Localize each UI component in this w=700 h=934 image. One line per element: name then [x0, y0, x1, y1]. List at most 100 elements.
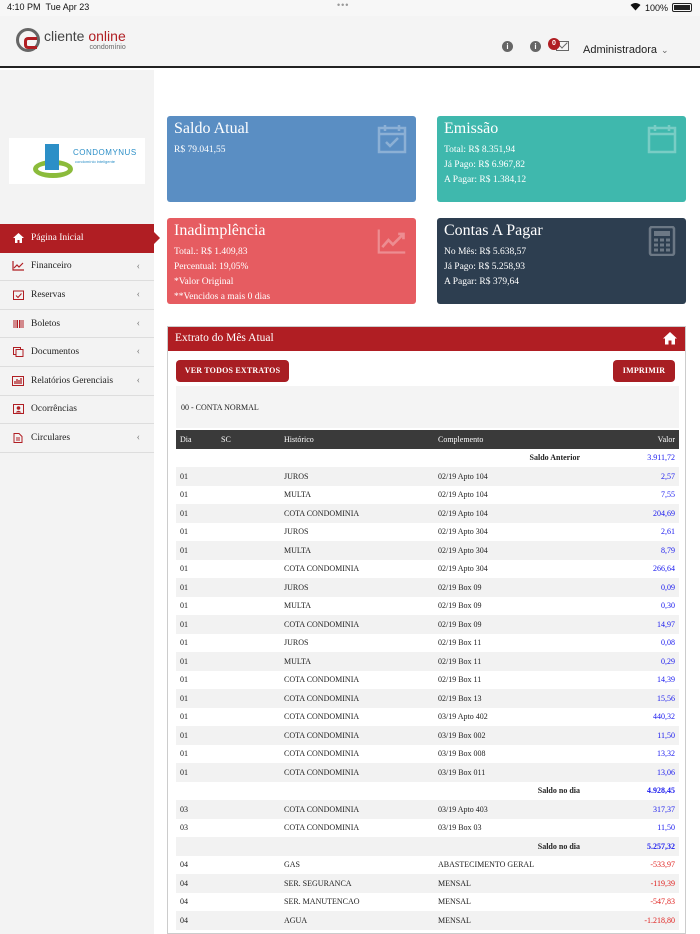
cell-historico: COTA CONDOMINIA: [280, 726, 434, 745]
cell-valor: 0,29: [584, 652, 679, 671]
cell-sc: [217, 652, 280, 671]
cell-valor: 7,55: [661, 490, 675, 500]
cell-historico: MULTA: [284, 601, 312, 611]
table-row: 04 AGUA MENSAL -1.218,80: [176, 911, 679, 930]
table-row: 01 COTA CONDOMINIA 02/19 Box 13 15,56: [176, 689, 679, 708]
cell-complemento: 03/19 Apto 403: [434, 800, 584, 819]
table-row: 01 COTA CONDOMINIA 02/19 Apto 304 266,64: [176, 560, 679, 579]
statement-table: Dia SC Histórico Complemento Valor Saldo…: [176, 430, 679, 930]
cell-valor: 15,56: [584, 689, 679, 708]
table-row: 01 JUROS 02/19 Apto 104 2,57: [176, 467, 679, 486]
cell-historico: COTA CONDOMINIA: [284, 712, 360, 722]
status-time: 4:10 PM Tue Apr 23: [7, 2, 90, 12]
cell-sc: [217, 819, 280, 838]
cell-historico: JUROS: [280, 578, 434, 597]
cell-complemento: ABASTECIMENTO GERAL: [438, 860, 535, 870]
sidebar-item-ocorrencias[interactable]: Ocorrências: [0, 396, 154, 425]
sidebar-item-pagina-inicial[interactable]: Página Inicial: [0, 224, 160, 253]
card-saldo-atual[interactable]: Saldo Atual R$ 79.041,55: [167, 116, 416, 202]
sidebar-menu: Página Inicial Financeiro ‹ Reservas ‹ B…: [0, 224, 160, 453]
cell-complemento: 02/19 Apto 304: [438, 564, 488, 574]
table-row: 01 MULTA 02/19 Box 09 0,30: [176, 597, 679, 616]
cell-historico: COTA CONDOMINIA: [280, 504, 434, 523]
info-icon[interactable]: i: [502, 41, 513, 52]
extrato-panel: Extrato do Mês Atual VER TODOS EXTRATOS …: [167, 326, 686, 934]
cell-valor: 204,69: [584, 504, 679, 523]
balance-row: Saldo no dia 4.928,45: [176, 782, 679, 801]
table-row: 01 COTA CONDOMINIA 03/19 Box 008 13,32: [176, 745, 679, 764]
table-row: 01 MULTA 02/19 Box 11 0,29: [176, 652, 679, 671]
cell-valor: -119,39: [584, 874, 679, 893]
cell-complemento: 02/19 Apto 304: [434, 541, 584, 560]
sidebar-item-documentos[interactable]: Documentos ‹: [0, 338, 154, 367]
table-row: 01 COTA CONDOMINIA 03/19 Box 011 13,06: [176, 763, 679, 782]
col-complemento: Complemento: [434, 430, 584, 449]
cell-dia: 04: [176, 874, 217, 893]
cell-valor: -547,83: [650, 897, 675, 907]
cell-dia: 01: [180, 675, 188, 685]
table-row: 01 JUROS 02/19 Box 09 0,09: [176, 578, 679, 597]
cell-sc: [217, 763, 280, 782]
chevron-left-icon: ‹: [136, 260, 140, 272]
cell-complemento: 03/19 Box 002: [434, 726, 584, 745]
cell-complemento: 02/19 Box 13: [434, 689, 584, 708]
cell-complemento: MENSAL: [434, 874, 584, 893]
home-icon[interactable]: [663, 331, 677, 345]
condomynus-logo: CONDOMYNUS condomínio inteligente: [9, 138, 145, 184]
cell-valor: 0,08: [661, 638, 675, 648]
cell-complemento: 02/19 Apto 104: [438, 490, 488, 500]
main-content: Saldo Atual R$ 79.041,55 Emissão Total: …: [154, 70, 700, 934]
cell-historico: MULTA: [280, 541, 434, 560]
cell-complemento: 02/19 Box 09: [434, 578, 584, 597]
cell-complemento: 03/19 Box 03: [438, 823, 482, 833]
card-emissao[interactable]: Emissão Total: R$ 8.351,94 Já Pago: R$ 6…: [437, 116, 686, 202]
cell-dia: 01: [176, 504, 217, 523]
card-inadimplencia[interactable]: Inadimplência Total.: R$ 1.409,83 Percen…: [167, 218, 416, 304]
cell-sc: [217, 856, 280, 875]
view-all-statements-button[interactable]: VER TODOS EXTRATOS: [176, 360, 289, 382]
cell-complemento: 02/19 Box 09: [434, 615, 584, 634]
cliente-online-logo[interactable]: cliente online condomínio: [16, 28, 126, 52]
chevron-left-icon: ‹: [136, 374, 140, 386]
table-row: 04 SER. SEGURANCA MENSAL -119,39: [176, 874, 679, 893]
table-row: 01 JUROS 02/19 Apto 304 2,61: [176, 523, 679, 542]
cell-dia: 01: [180, 712, 188, 722]
cell-sc: [217, 504, 280, 523]
user-menu[interactable]: Administradora ⌄: [583, 44, 669, 56]
table-row: 01 COTA CONDOMINIA 03/19 Apto 402 440,32: [176, 708, 679, 727]
sidebar-item-financeiro[interactable]: Financeiro ‹: [0, 253, 154, 282]
cell-valor: 266,64: [653, 564, 675, 574]
cell-dia: 04: [176, 911, 217, 930]
sidebar-item-relatorios[interactable]: Relatórios Gerenciais ‹: [0, 367, 154, 396]
info-icon-2[interactable]: i: [530, 41, 541, 52]
account-label: 00 - CONTA NORMAL: [176, 386, 679, 428]
cell-sc: [217, 893, 280, 912]
cell-sc: [217, 726, 280, 745]
cell-valor: 11,50: [657, 823, 675, 833]
cell-sc: [217, 486, 280, 505]
home-icon: [12, 233, 24, 244]
cell-dia: 01: [176, 541, 217, 560]
cell-dia: 01: [176, 726, 217, 745]
table-row: 03 COTA CONDOMINIA 03/19 Apto 403 317,37: [176, 800, 679, 819]
barcode-icon: [12, 319, 24, 329]
cell-dia: 01: [180, 490, 188, 500]
calendar-icon: [647, 125, 677, 154]
line-chart-icon: [377, 229, 406, 254]
sidebar-item-boletos[interactable]: Boletos ‹: [0, 310, 154, 339]
cell-dia: 03: [180, 823, 188, 833]
table-row: 01 COTA CONDOMINIA 02/19 Box 11 14,39: [176, 671, 679, 690]
chevron-down-icon: ⌄: [660, 45, 669, 55]
sidebar-item-circulares[interactable]: Circulares ‹: [0, 424, 154, 453]
print-button[interactable]: IMPRIMIR: [613, 360, 675, 382]
cell-dia: 01: [176, 615, 217, 634]
documents-icon: [12, 347, 24, 358]
sidebar-item-reservas[interactable]: Reservas ‹: [0, 281, 154, 310]
cell-dia: 01: [176, 689, 217, 708]
cell-complemento: 02/19 Box 11: [438, 675, 482, 685]
cell-complemento: 03/19 Box 008: [438, 749, 486, 759]
cell-historico: COTA CONDOMINIA: [284, 675, 360, 685]
user-card-icon: [12, 404, 24, 415]
sidebar: CONDOMYNUS condomínio inteligente Página…: [0, 70, 160, 934]
card-contas-a-pagar[interactable]: Contas A Pagar No Mês: R$ 5.638,57 Já Pa…: [437, 218, 686, 304]
